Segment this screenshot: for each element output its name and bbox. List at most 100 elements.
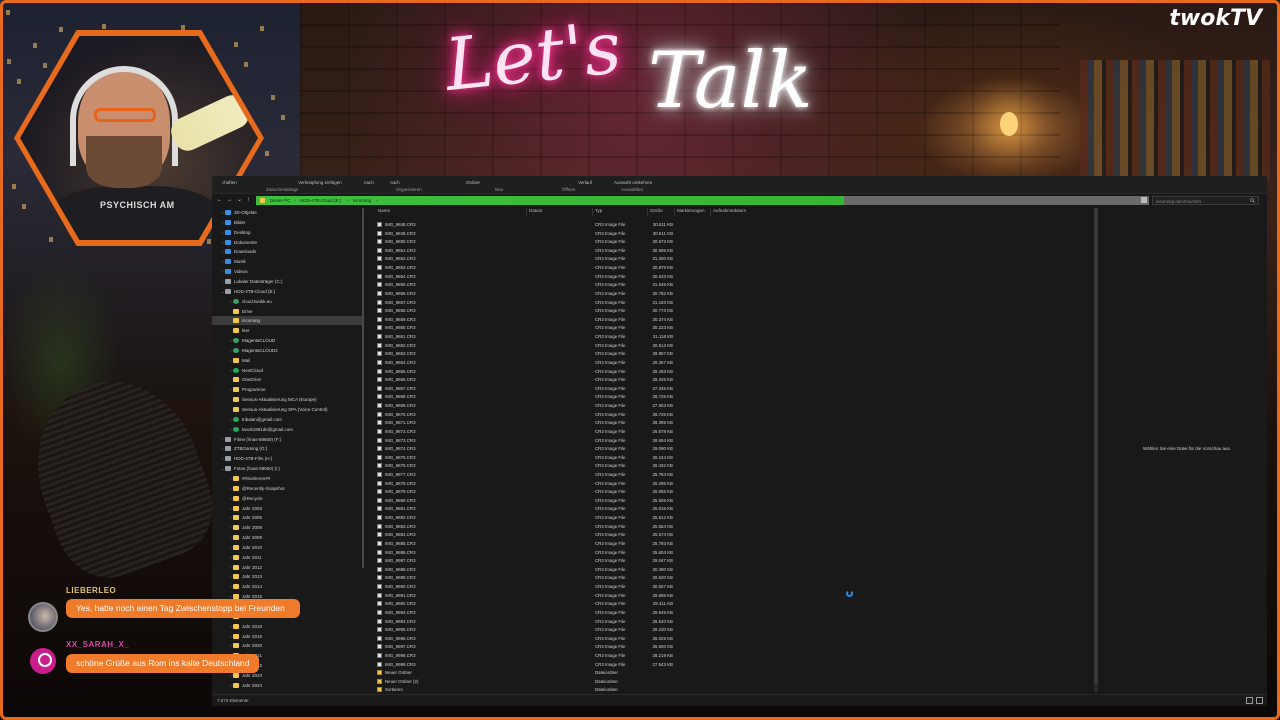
nav-item[interactable]: › Videos [220, 267, 248, 276]
file-row[interactable]: IMG_9884.CR3 CR3 Image File 25.574 KB [374, 530, 974, 539]
nav-item[interactable]: › Musik [220, 257, 246, 266]
file-row[interactable]: IMG_9856.CR3 CR3 Image File 30.782 KB [374, 289, 974, 298]
file-row[interactable]: IMG_9854.CR3 CR3 Image File 30.633 KB [374, 272, 974, 281]
file-row[interactable]: IMG_9990.CR3 CR3 Image File 30.557 KB [374, 582, 974, 591]
file-row[interactable]: IMG_9987.CR3 CR3 Image File 29.047 KB [374, 556, 974, 565]
nav-item[interactable]: › Jahr 2014 [228, 582, 262, 591]
file-row[interactable]: Sortieren Dateiordner [374, 685, 974, 694]
nav-item[interactable]: › @Recently-Snapshot [228, 484, 285, 493]
tiles-view-icon[interactable] [1256, 697, 1263, 704]
refresh-icon[interactable] [1141, 197, 1147, 203]
file-row[interactable]: IMG_9866.CR3 CR3 Image File 28.345 KB [374, 375, 974, 384]
scrollbar-thumb[interactable] [1094, 208, 1098, 684]
ribbon-item[interactable]: Auswahl umkehren [614, 180, 652, 185]
file-row[interactable]: Neuer Ordner Dateiordner [374, 668, 974, 677]
nav-item[interactable]: › Jahr 2018 [228, 622, 262, 631]
file-row[interactable]: IMG_9849.CR3 CR3 Image File 30.611 KB [374, 229, 974, 238]
file-row[interactable]: IMG_9857.CR3 CR3 Image File 31.193 KB [374, 298, 974, 307]
nav-item[interactable]: › MagentaCLOUD [228, 336, 275, 345]
column-header-name[interactable]: Name [378, 208, 390, 216]
file-row[interactable]: IMG_9996.CR3 CR3 Image File 28.029 KB [374, 634, 974, 643]
file-row[interactable]: IMG_9873.CR3 CR3 Image File 28.654 KB [374, 436, 974, 445]
nav-item[interactable]: › Jahr 2003 [228, 504, 262, 513]
nav-item[interactable]: › NextCloud [228, 366, 263, 375]
file-row[interactable]: IMG_9993.CR3 CR3 Image File 29.549 KB [374, 608, 974, 617]
breadcrumb-item[interactable]: incoming [353, 198, 371, 203]
nav-item[interactable]: ⌄ HDD-4TB-Cloud (E:) [220, 287, 275, 296]
nav-item[interactable]: › Jahr 2019 [228, 632, 262, 641]
nav-item[interactable]: Drive [228, 307, 253, 316]
nav-item[interactable]: leer [228, 326, 250, 335]
nav-item[interactable]: › MagentaCLOUD2 [228, 346, 278, 355]
nav-item[interactable]: › tavok1981de@gmail.com [228, 425, 293, 434]
file-row[interactable]: IMG_9998.CR3 CR3 Image File 28.219 KB [374, 651, 974, 660]
address-bar-empty[interactable] [844, 196, 1149, 205]
ribbon-item[interactable]: Verknüpfung einfügen [298, 180, 342, 185]
file-row[interactable]: IMG_9885.CR3 CR3 Image File 25.793 KB [374, 539, 974, 548]
file-row[interactable]: IMG_9880.CR3 CR3 Image File 25.608 KB [374, 496, 974, 505]
nav-item[interactable]: › Jahr 2009 [228, 533, 262, 542]
file-row[interactable]: IMG_9876.CR3 CR3 Image File 28.432 KB [374, 461, 974, 470]
file-row[interactable]: IMG_9989.CR3 CR3 Image File 29.620 KB [374, 573, 974, 582]
file-row[interactable]: IMG_9850.CR3 CR3 Image File 30.573 KB [374, 237, 974, 246]
nav-item[interactable]: › Mail [228, 356, 250, 365]
details-view-icon[interactable] [1246, 697, 1253, 704]
file-row[interactable]: IMG_9988.CR3 CR3 Image File 30.490 KB [374, 565, 974, 574]
file-row[interactable]: IMG_9853.CR3 CR3 Image File 30.879 KB [374, 263, 974, 272]
file-row[interactable]: IMG_9852.CR3 CR3 Image File 31.250 KB [374, 254, 974, 263]
nav-item[interactable]: › Lokaler Datenträger (C:) [220, 277, 283, 286]
nav-item[interactable]: › ZTBGaming (G:) [220, 444, 267, 453]
nav-item[interactable]: Sensus-Aktualisierung MCA (Europe) [228, 395, 317, 404]
file-row[interactable]: IMG_9992.CR3 CR3 Image File 29.411 KB [374, 599, 974, 608]
column-separator[interactable] [592, 208, 593, 216]
forward-icon[interactable]: → [226, 197, 233, 204]
column-header-size[interactable]: Größe [650, 208, 663, 216]
ribbon-item[interactable]: chaften [222, 180, 237, 185]
file-row[interactable]: IMG_9878.CR3 CR3 Image File 26.295 KB [374, 479, 974, 488]
nav-item[interactable]: › Desktop [220, 228, 251, 237]
file-row[interactable]: IMG_9869.CR3 CR3 Image File 27.553 KB [374, 401, 974, 410]
column-separator[interactable] [647, 208, 648, 216]
column-separator[interactable] [674, 208, 675, 216]
file-row[interactable]: IMG_9883.CR3 CR3 Image File 25.554 KB [374, 522, 974, 531]
column-separator[interactable] [526, 208, 527, 216]
ribbon-item[interactable]: Verlauf [578, 180, 592, 185]
file-row[interactable]: IMG_9851.CR3 CR3 Image File 30.595 KB [374, 246, 974, 255]
nav-item[interactable]: incoming [212, 316, 362, 326]
nav-item[interactable]: › Jahr 2010 [228, 543, 262, 552]
nav-item[interactable]: OneDrive [228, 375, 261, 384]
file-row[interactable]: IMG_9872.CR3 CR3 Image File 26.678 KB [374, 427, 974, 436]
nav-item[interactable]: › @Recycle [228, 494, 263, 503]
column-separator[interactable] [710, 208, 711, 216]
file-row[interactable]: IMG_9861.CR3 CR3 Image File 31.118 KB [374, 332, 974, 341]
column-header-date-taken[interactable]: Aufnahmedatum [713, 208, 746, 216]
nav-item[interactable]: › Bilder [220, 218, 246, 227]
nav-item[interactable]: › Jahr 2012 [228, 563, 262, 572]
file-row[interactable]: IMG_9877.CR3 CR3 Image File 25.784 KB [374, 470, 974, 479]
up-icon[interactable]: ↑ [245, 197, 252, 204]
file-row[interactable]: IMG_9865.CR3 CR3 Image File 28.493 KB [374, 367, 974, 376]
nav-item[interactable]: › Jahr 2024 [228, 681, 262, 690]
search-input[interactable]: incoming durchsuchen [1152, 196, 1259, 205]
nav-item[interactable]: › tribalan@gmail.com [228, 415, 282, 424]
nav-item[interactable]: Sensus-Aktualisierung SPA (Voice Control… [228, 405, 327, 414]
nav-item[interactable]: › 3D-Objekte [220, 208, 257, 217]
file-row[interactable]: IMG_9855.CR3 CR3 Image File 31.548 KB [374, 280, 974, 289]
nav-item[interactable]: › HDD-4TB-Film (H:) [220, 454, 272, 463]
file-row[interactable]: IMG_9881.CR3 CR3 Image File 26.018 KB [374, 504, 974, 513]
nav-item[interactable]: › Jahr 2011 [228, 553, 262, 562]
file-row[interactable]: IMG_9997.CR3 CR3 Image File 28.500 KB [374, 642, 974, 651]
nav-item[interactable]: › Jahr 2008 [228, 523, 262, 532]
back-icon[interactable]: ← [216, 197, 223, 204]
column-header-type[interactable]: Typ [595, 208, 602, 216]
nav-item[interactable]: › Programme [228, 385, 266, 394]
file-row[interactable]: IMG_9875.CR3 CR3 Image File 28.244 KB [374, 453, 974, 462]
file-row[interactable]: IMG_9862.CR3 CR3 Image File 30.513 KB [374, 341, 974, 350]
nav-item[interactable]: › Jahr 2005 [228, 513, 262, 522]
address-bar[interactable]: Dieser PC › HDD-4TB-Cloud (E:) › incomin… [256, 196, 844, 205]
file-row[interactable]: IMG_9871.CR3 CR3 Image File 28.399 KB [374, 418, 974, 427]
file-row[interactable]: IMG_9886.CR3 CR3 Image File 25.604 KB [374, 548, 974, 557]
nav-item[interactable]: › cloud.twokk.eu [228, 297, 272, 306]
file-row[interactable]: IMG_9858.CR3 CR3 Image File 30.773 KB [374, 306, 974, 315]
nav-item[interactable]: › Jahr 2013 [228, 572, 262, 581]
